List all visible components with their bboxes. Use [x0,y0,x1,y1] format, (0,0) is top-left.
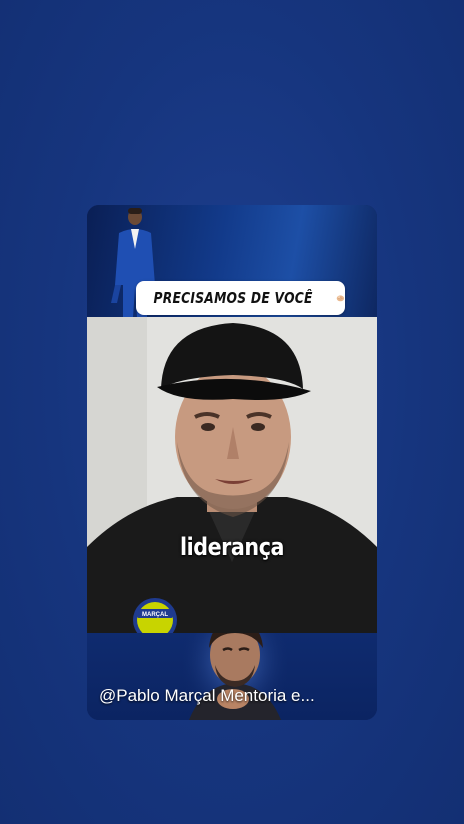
caption-pill: PRECISAMOS DE VOCÊ [136,281,345,315]
video-subtitle: liderança [179,533,285,561]
channel-name[interactable]: @Pablo Marçal Mentoria e... [99,686,315,706]
pointing-hand-icon [336,295,345,302]
caption-text: PRECISAMOS DE VOCÊ [153,289,313,307]
speaker-video-frame: MARÇAL [87,317,377,633]
video-frame[interactable]: MARÇAL liderança [87,317,377,633]
mentor-portrait [183,633,287,720]
top-banner: PRECISAMOS DE VOCÊ [87,205,377,317]
bottom-banner: @Pablo Marçal Mentoria e... [87,633,377,720]
short-video-card[interactable]: PRECISAMOS DE VOCÊ MARÇAL liderança @Pab… [87,205,377,720]
campaign-badge-text: MARÇAL [142,612,168,618]
